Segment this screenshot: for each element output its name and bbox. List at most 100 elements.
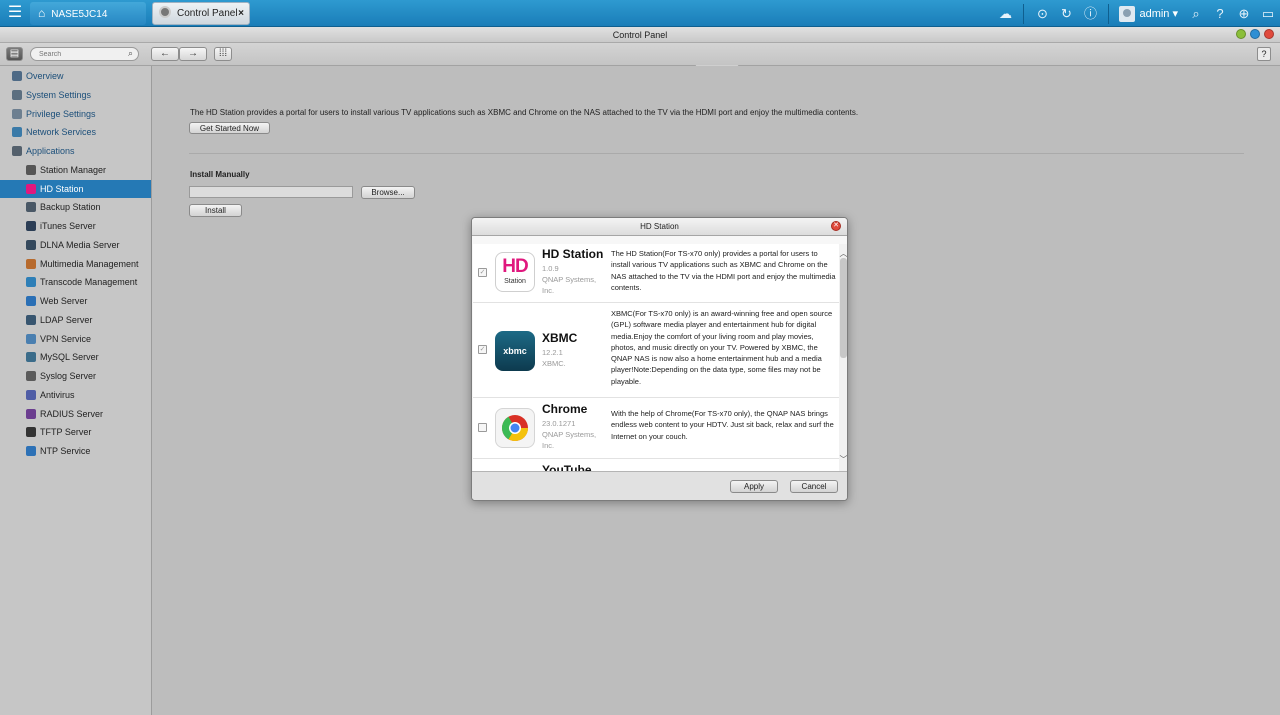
- sidebar-item-radius-server[interactable]: RADIUS Server: [0, 405, 151, 423]
- sidebar-item-icon: [26, 446, 36, 456]
- dialog-footer: Apply Cancel: [472, 471, 847, 500]
- close-tab-icon[interactable]: ×: [238, 3, 244, 24]
- sidebar-item-icon: [12, 71, 22, 81]
- sidebar-item-syslog-server[interactable]: Syslog Server: [0, 367, 151, 385]
- sidebar-item-icon: [26, 221, 36, 231]
- window-title: Control Panel: [612, 30, 668, 40]
- monitor-icon[interactable]: ▭: [1257, 3, 1279, 25]
- hd-station-description: The HD Station provides a portal for use…: [190, 108, 859, 117]
- sidebar-item-ldap-server[interactable]: LDAP Server: [0, 311, 151, 329]
- sidebar-item-tftp-server[interactable]: TFTP Server: [0, 423, 151, 441]
- app-checkbox[interactable]: ✓: [478, 345, 487, 354]
- help-icon[interactable]: ?: [1209, 3, 1231, 25]
- sidebar-item-dlna-media-server[interactable]: DLNA Media Server: [0, 236, 151, 254]
- user-menu[interactable]: admin ▾: [1139, 7, 1178, 20]
- main-menu-button[interactable]: ☰: [4, 3, 26, 24]
- sidebar-item-applications[interactable]: Applications: [0, 142, 151, 160]
- search-icon: ⌕: [128, 48, 134, 58]
- app-version: 1.0.9: [542, 264, 559, 273]
- home-tab-label: NASE5JC14: [51, 9, 108, 20]
- sidebar-item-label: HD Station: [40, 183, 84, 194]
- sidebar-item-transcode-management[interactable]: Transcode Management: [0, 273, 151, 291]
- sidebar-item-label: TFTP Server: [40, 427, 92, 438]
- app-name: XBMC: [542, 331, 578, 345]
- cancel-button[interactable]: Cancel: [790, 480, 838, 493]
- file-path-input[interactable]: [189, 186, 353, 198]
- app-description: The HD Station(For TS-x70 only) provides…: [611, 249, 836, 292]
- browse-button[interactable]: Browse...: [361, 186, 415, 199]
- sidebar-item-network-services[interactable]: Network Services: [0, 123, 151, 141]
- apps-grid-button[interactable]: ⁞⁞⁞: [214, 47, 232, 61]
- sidebar-item-mysql-server[interactable]: MySQL Server: [0, 348, 151, 366]
- sidebar-item-icon: [26, 164, 36, 175]
- help-button[interactable]: ?: [1257, 47, 1271, 61]
- sidebar-item-overview[interactable]: Overview: [0, 67, 151, 85]
- sidebar-item-icon: [12, 146, 22, 156]
- sidebar-item-ntp-service[interactable]: NTP Service: [0, 442, 151, 460]
- sidebar-item-icon: [26, 239, 36, 250]
- sidebar-item-label: iTunes Server: [40, 221, 96, 231]
- sidebar-item-vpn-service[interactable]: VPN Service: [0, 330, 151, 348]
- close-dialog-button[interactable]: ✕: [831, 221, 841, 231]
- sidebar-item-label: LDAP Server: [40, 314, 93, 325]
- app-version: 23.0.1271: [542, 419, 576, 428]
- forward-button[interactable]: →: [179, 47, 207, 61]
- app-name: Chrome: [542, 402, 588, 416]
- maximize-button[interactable]: [1250, 29, 1260, 39]
- sidebar-item-label: RADIUS Server: [40, 408, 104, 419]
- sidebar-item-label: VPN Service: [40, 333, 92, 344]
- info-icon[interactable]: ⓘ: [1079, 3, 1101, 25]
- download-icon[interactable]: ⊙: [1031, 3, 1053, 25]
- app-checkbox[interactable]: [478, 423, 487, 432]
- sidebar-item-hd-station[interactable]: HD Station: [0, 179, 151, 198]
- control-panel-tab-label: Control Panel: [177, 8, 238, 19]
- sidebar-item-label: Overview: [26, 71, 64, 81]
- app-vendor: QNAP Systems, Inc.: [542, 430, 597, 450]
- apply-button[interactable]: Apply: [730, 480, 778, 493]
- search-icon[interactable]: ⌕: [1185, 3, 1207, 25]
- sidebar-item-itunes-server[interactable]: iTunes Server: [0, 217, 151, 235]
- list-item: YouTube: [473, 459, 839, 471]
- sidebar-item-system-settings[interactable]: System Settings: [0, 86, 151, 104]
- minimize-button[interactable]: [1236, 29, 1246, 39]
- get-started-button[interactable]: Get Started Now: [189, 122, 270, 134]
- sidebar-item-label: Network Services: [26, 127, 97, 138]
- toolbar-divider: [1108, 3, 1110, 24]
- sidebar-item-label: System Settings: [26, 89, 92, 100]
- sidebar-item-label: DLNA Media Server: [40, 239, 120, 250]
- app-list-scrollbar[interactable]: ︿ ﹀: [839, 244, 848, 471]
- window-titlebar: Control Panel: [0, 27, 1280, 43]
- install-manually-heading: Install Manually: [190, 170, 250, 179]
- app-version: 12.2.1: [542, 348, 563, 357]
- app-vendor: QNAP Systems, Inc.: [542, 275, 597, 295]
- sidebar-item-label: NTP Service: [40, 446, 91, 456]
- sidebar-item-web-server[interactable]: Web Server: [0, 292, 151, 310]
- sidebar-item-label: Antivirus: [40, 389, 75, 400]
- control-panel-tab[interactable]: Control Panel ×: [152, 2, 250, 25]
- home-tab[interactable]: ⌂ NASE5JC14: [30, 2, 146, 25]
- sidebar-item-icon: [12, 108, 22, 119]
- hd-station-icon: HD Station: [495, 252, 535, 292]
- app-description: With the help of Chrome(For TS-x70 only)…: [611, 409, 834, 441]
- scrollbar-thumb[interactable]: [840, 258, 847, 358]
- chevron-down-icon[interactable]: ﹀: [839, 454, 848, 465]
- sidebar-item-backup-station[interactable]: Backup Station: [0, 198, 151, 216]
- sidebar-item-station-manager[interactable]: Station Manager: [0, 161, 151, 179]
- sidebar-item-antivirus[interactable]: Antivirus: [0, 386, 151, 404]
- sidebar-item-icon: [26, 371, 36, 381]
- sidebar-item-multimedia-management[interactable]: Multimedia Management: [0, 255, 151, 273]
- list-item: Chrome 23.0.1271 QNAP Systems, Inc. With…: [473, 398, 839, 459]
- back-button[interactable]: ←: [151, 47, 179, 61]
- app-checkbox[interactable]: ✓: [478, 268, 487, 277]
- close-window-button[interactable]: [1264, 29, 1274, 39]
- search-input[interactable]: [30, 47, 139, 61]
- avatar[interactable]: [1119, 5, 1136, 22]
- install-button[interactable]: Install: [189, 204, 242, 217]
- cloud-icon[interactable]: ☁: [994, 3, 1016, 25]
- refresh-icon[interactable]: ↻: [1055, 3, 1077, 25]
- sidebar-item-icon: [26, 427, 36, 438]
- sidebar-item-label: Transcode Management: [40, 277, 138, 288]
- sidebar-toggle-button[interactable]: ▤: [6, 47, 23, 61]
- globe-icon[interactable]: ⊕: [1233, 3, 1255, 25]
- sidebar-item-privilege-settings[interactable]: Privilege Settings: [0, 105, 151, 123]
